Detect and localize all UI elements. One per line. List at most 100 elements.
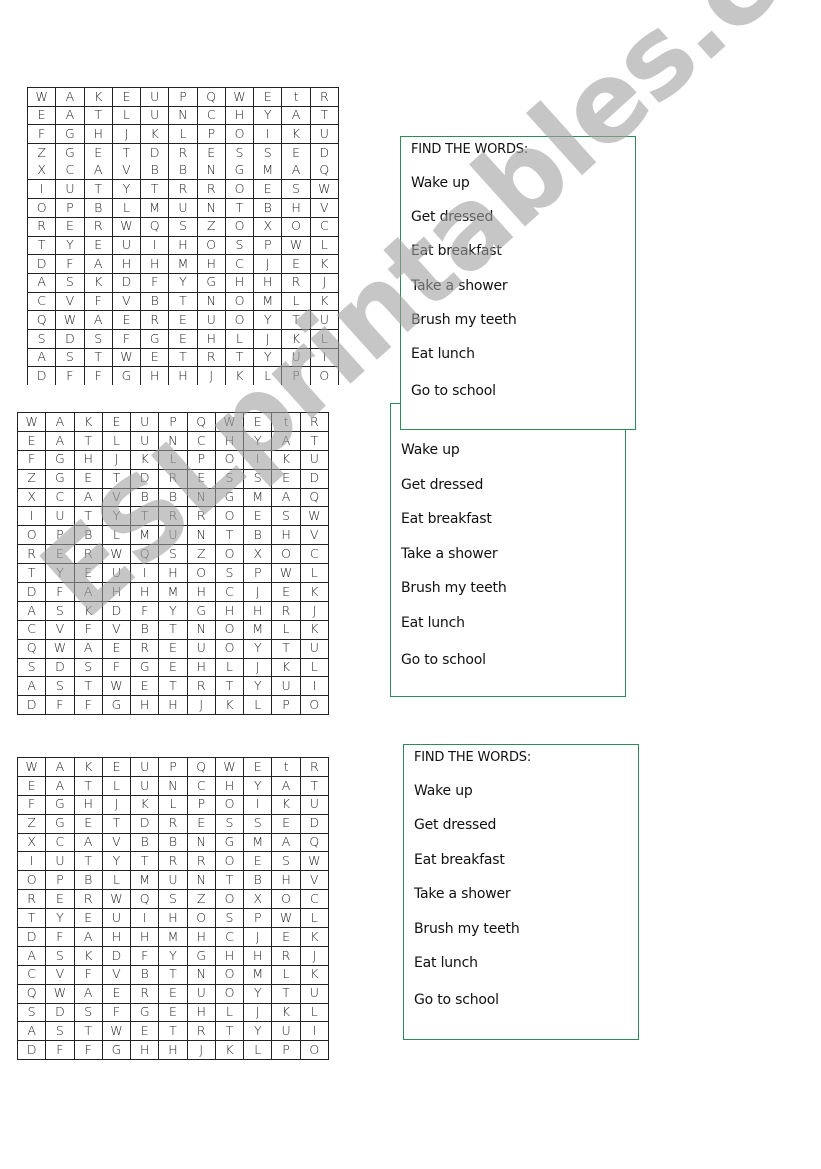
- grid-cell: O: [299, 1040, 330, 1061]
- grid-cell: T: [101, 813, 132, 834]
- grid-cell: S: [214, 563, 245, 584]
- grid-cell: A: [16, 600, 47, 621]
- grid-cell: S: [214, 468, 245, 489]
- grid-cell: W: [26, 87, 57, 107]
- grid-cell: N: [158, 775, 188, 796]
- grid-row: IUTYTRROESW: [16, 506, 330, 527]
- grid-cell: A: [73, 927, 103, 947]
- grid-cell: A: [16, 945, 47, 966]
- grid-cell: X: [243, 889, 273, 910]
- grid-cell: A: [271, 775, 301, 796]
- grid-cell: H: [101, 582, 132, 602]
- grid-cell: G: [45, 449, 75, 470]
- grid-cell: I: [299, 1021, 330, 1042]
- grid-cell: D: [16, 1040, 47, 1061]
- grid-cell: R: [186, 506, 216, 527]
- grid-cell: S: [55, 272, 85, 293]
- grid-cell: K: [214, 695, 245, 716]
- grid-cell: C: [214, 582, 245, 602]
- grid-cell: S: [281, 179, 311, 200]
- grid-cell: R: [186, 1021, 216, 1042]
- grid-cell: A: [26, 272, 57, 293]
- grid-row: XCAVBBNGMAQ: [16, 832, 330, 853]
- grid-cell: P: [271, 695, 301, 716]
- grid-cell: R: [168, 143, 198, 162]
- grid-cell: T: [158, 619, 188, 640]
- grid-cell: K: [130, 449, 160, 470]
- grid-cell: E: [158, 1002, 188, 1023]
- grid-cell: U: [299, 794, 330, 815]
- grid-cell: U: [299, 983, 330, 1004]
- grid-cell: P: [158, 757, 188, 777]
- word-list-item: Eat lunch: [414, 955, 478, 971]
- grid-cell: Y: [168, 272, 198, 293]
- grid-cell: H: [130, 582, 160, 602]
- grid-cell: U: [55, 179, 85, 200]
- grid-cell: t: [281, 87, 311, 107]
- grid-cell: M: [140, 198, 170, 218]
- grid-cell: D: [309, 143, 340, 162]
- grid-cell: L: [101, 775, 132, 796]
- grid-cell: J: [309, 272, 340, 293]
- grid-cell: G: [224, 161, 255, 181]
- grid-cell: E: [83, 143, 113, 162]
- grid-cell: B: [140, 161, 170, 181]
- grid-cell: W: [16, 412, 47, 432]
- grid-cell: H: [130, 695, 160, 716]
- grid-cell: K: [140, 124, 170, 145]
- grid-cell: S: [16, 1002, 47, 1023]
- grid-cell: A: [73, 582, 103, 602]
- grid-cell: B: [253, 198, 283, 218]
- grid-cell: E: [130, 1021, 160, 1042]
- grid-cell: O: [214, 889, 245, 910]
- grid-cell: T: [224, 198, 255, 218]
- grid-cell: D: [55, 328, 85, 349]
- grid-cell: E: [111, 310, 142, 330]
- grid-cell: Q: [26, 310, 57, 330]
- grid-cell: J: [101, 449, 132, 470]
- grid-cell: A: [73, 983, 103, 1004]
- grid-cell: R: [158, 851, 188, 872]
- grid-cell: A: [55, 105, 85, 126]
- grid-cell: W: [214, 412, 245, 432]
- grid-cell: W: [214, 757, 245, 777]
- grid-cell: W: [224, 87, 255, 107]
- grid-cell: R: [299, 757, 330, 777]
- grid-cell: T: [214, 870, 245, 891]
- grid-cell: Y: [101, 506, 132, 527]
- grid-cell: O: [214, 449, 245, 470]
- grid-cell: L: [214, 657, 245, 678]
- grid-cell: L: [309, 328, 340, 349]
- word-list-item: Eat breakfast: [401, 511, 492, 527]
- grid-cell: W: [45, 638, 75, 659]
- grid-cell: C: [224, 254, 255, 274]
- grid-cell: X: [253, 216, 283, 237]
- word-list-item: Brush my teeth: [401, 580, 507, 596]
- grid-cell: G: [186, 945, 216, 966]
- grid-cell: I: [309, 347, 340, 368]
- grid-cell: H: [168, 235, 198, 256]
- grid-cell: F: [130, 600, 160, 621]
- grid-cell: I: [16, 506, 47, 527]
- grid-cell: S: [73, 657, 103, 678]
- grid-cell: K: [271, 449, 301, 470]
- grid-cell: F: [16, 794, 47, 815]
- grid-cell: R: [140, 310, 170, 330]
- grid-cell: Q: [196, 87, 226, 107]
- grid-cell: P: [158, 412, 188, 432]
- grid-row: OPBLMUNTBHV: [26, 198, 340, 218]
- grid-cell: J: [111, 124, 142, 145]
- grid-cell: R: [158, 468, 188, 489]
- grid-cell: E: [243, 412, 273, 432]
- grid-cell: U: [101, 908, 132, 929]
- grid-cell: E: [73, 468, 103, 489]
- grid-cell: H: [186, 582, 216, 602]
- grid-cell: B: [130, 964, 160, 985]
- grid-cell: L: [101, 870, 132, 891]
- grid-cell: E: [186, 468, 216, 489]
- grid-cell: V: [45, 964, 75, 985]
- grid-cell: L: [299, 657, 330, 678]
- grid-row: ASKDFYGHHRJ: [16, 600, 330, 621]
- grid-cell: D: [26, 254, 57, 274]
- word-list-item: Eat lunch: [411, 346, 475, 362]
